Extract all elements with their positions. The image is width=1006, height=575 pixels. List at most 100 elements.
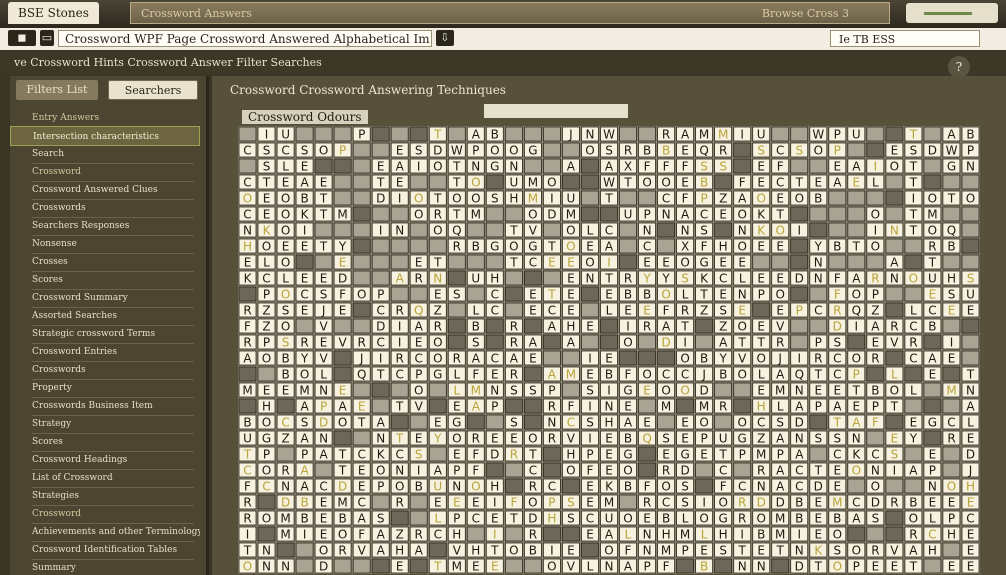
grid-cell[interactable]: [923, 158, 942, 174]
grid-cell[interactable]: L: [923, 510, 942, 526]
grid-cell[interactable]: H: [238, 238, 257, 254]
grid-cell[interactable]: E: [333, 302, 352, 318]
grid-cell[interactable]: O: [657, 382, 676, 398]
grid-cell[interactable]: W: [942, 142, 961, 158]
grid-cell[interactable]: [638, 126, 656, 142]
grid-cell[interactable]: [733, 398, 752, 414]
grid-cell[interactable]: N: [790, 382, 809, 398]
grid-cell[interactable]: E: [638, 382, 656, 398]
grid-cell[interactable]: P: [733, 446, 752, 462]
grid-cell[interactable]: M: [600, 494, 618, 510]
grid-cell[interactable]: [409, 174, 428, 190]
grid-cell[interactable]: S: [257, 142, 276, 158]
grid-cell[interactable]: [866, 526, 885, 542]
grid-cell[interactable]: [581, 174, 599, 190]
grid-cell[interactable]: E: [295, 238, 314, 254]
grid-cell[interactable]: T: [619, 174, 637, 190]
grid-cell[interactable]: [390, 510, 409, 526]
grid-cell[interactable]: T: [676, 318, 695, 334]
grid-cell[interactable]: A: [733, 190, 752, 206]
grid-cell[interactable]: [961, 334, 980, 350]
grid-cell[interactable]: [257, 366, 276, 382]
grid-cell[interactable]: P: [866, 286, 885, 302]
grid-cell[interactable]: B: [942, 238, 961, 254]
grid-cell[interactable]: O: [733, 206, 752, 222]
grid-cell[interactable]: [581, 542, 599, 558]
grid-cell[interactable]: S: [676, 270, 695, 286]
grid-cell[interactable]: [581, 286, 599, 302]
grid-cell[interactable]: I: [695, 494, 714, 510]
grid-cell[interactable]: R: [619, 142, 637, 158]
grid-cell[interactable]: E: [314, 526, 333, 542]
grid-cell[interactable]: [333, 430, 352, 446]
grid-cell[interactable]: [371, 254, 390, 270]
grid-cell[interactable]: [619, 238, 637, 254]
grid-cell[interactable]: M: [771, 526, 790, 542]
grid-cell[interactable]: B: [466, 238, 485, 254]
grid-cell[interactable]: P: [771, 446, 790, 462]
grid-cell[interactable]: E: [638, 302, 656, 318]
grid-cell[interactable]: B: [695, 558, 714, 574]
grid-cell[interactable]: [447, 334, 466, 350]
grid-cell[interactable]: G: [257, 430, 276, 446]
grid-cell[interactable]: T: [904, 222, 923, 238]
grid-cell[interactable]: E: [619, 302, 637, 318]
grid-cell[interactable]: B: [695, 350, 714, 366]
grid-cell[interactable]: T: [904, 126, 923, 142]
grid-cell[interactable]: [809, 286, 828, 302]
grid-cell[interactable]: N: [638, 526, 656, 542]
grid-cell[interactable]: E: [961, 430, 980, 446]
grid-cell[interactable]: E: [333, 382, 352, 398]
grid-cell[interactable]: K: [752, 206, 771, 222]
grid-cell[interactable]: L: [676, 286, 695, 302]
grid-cell[interactable]: C: [238, 462, 257, 478]
grid-cell[interactable]: Q: [847, 302, 866, 318]
grid-cell[interactable]: [638, 462, 656, 478]
grid-cell[interactable]: A: [561, 334, 580, 350]
filters-list-button[interactable]: Filters List: [16, 80, 98, 100]
grid-cell[interactable]: O: [752, 350, 771, 366]
grid-cell[interactable]: R: [714, 142, 733, 158]
grid-cell[interactable]: E: [942, 558, 961, 574]
grid-cell[interactable]: V: [523, 222, 542, 238]
grid-cell[interactable]: [904, 446, 923, 462]
grid-cell[interactable]: C: [923, 302, 942, 318]
grid-cell[interactable]: [257, 526, 276, 542]
grid-cell[interactable]: F: [333, 286, 352, 302]
grid-cell[interactable]: C: [866, 446, 885, 462]
grid-cell[interactable]: S: [523, 382, 542, 398]
grid-cell[interactable]: U: [619, 206, 637, 222]
grid-cell[interactable]: E: [352, 478, 371, 494]
grid-cell[interactable]: H: [561, 446, 580, 462]
grid-cell[interactable]: D: [314, 558, 333, 574]
grid-cell[interactable]: B: [790, 494, 809, 510]
grid-cell[interactable]: D: [771, 494, 790, 510]
grid-cell[interactable]: J: [352, 350, 371, 366]
grid-cell[interactable]: O: [523, 494, 542, 510]
grid-cell[interactable]: L: [257, 254, 276, 270]
grid-cell[interactable]: [523, 398, 542, 414]
grid-cell[interactable]: [371, 270, 390, 286]
grid-cell[interactable]: P: [371, 286, 390, 302]
grid-cell[interactable]: C: [714, 462, 733, 478]
grid-cell[interactable]: E: [923, 494, 942, 510]
grid-cell[interactable]: [238, 366, 257, 382]
grid-cell[interactable]: [847, 254, 866, 270]
grid-cell[interactable]: [885, 126, 904, 142]
grid-cell[interactable]: S: [600, 142, 618, 158]
grid-cell[interactable]: C: [314, 478, 333, 494]
grid-cell[interactable]: T: [428, 254, 447, 270]
grid-cell[interactable]: [447, 318, 466, 334]
grid-cell[interactable]: C: [809, 302, 828, 318]
grid-cell[interactable]: O: [866, 238, 885, 254]
grid-cell[interactable]: R: [390, 494, 409, 510]
grid-cell[interactable]: [961, 318, 980, 334]
grid-cell[interactable]: [295, 558, 314, 574]
grid-cell[interactable]: [542, 526, 561, 542]
grid-cell[interactable]: [657, 238, 676, 254]
grid-cell[interactable]: E: [409, 334, 428, 350]
grid-cell[interactable]: I: [866, 158, 885, 174]
grid-cell[interactable]: E: [561, 254, 580, 270]
grid-cell[interactable]: [885, 302, 904, 318]
grid-cell[interactable]: A: [466, 350, 485, 366]
